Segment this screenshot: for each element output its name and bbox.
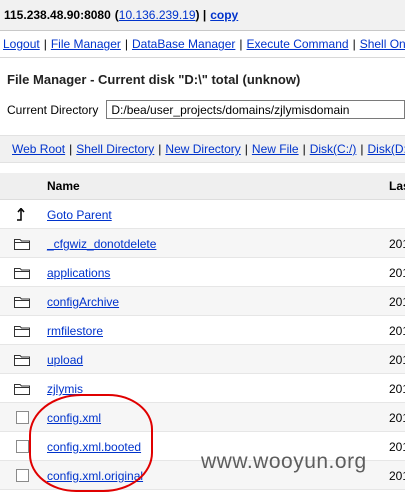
file-select-checkbox[interactable]: [16, 440, 29, 453]
folder-link[interactable]: configArchive: [47, 295, 119, 309]
disk-d-link[interactable]: Disk(D:/: [368, 142, 405, 156]
menu-execute-command[interactable]: Execute Command: [247, 37, 349, 51]
menu-file-manager[interactable]: File Manager: [51, 37, 121, 51]
file-link[interactable]: config.xml.original: [47, 469, 143, 483]
new-directory-link[interactable]: New Directory: [165, 142, 240, 156]
menu-logout[interactable]: Logout: [3, 37, 40, 51]
folder-link[interactable]: zjlymis: [47, 382, 83, 396]
folder-icon: [14, 295, 30, 308]
web-root-link[interactable]: Web Root: [12, 142, 65, 156]
file-select-checkbox[interactable]: [16, 469, 29, 482]
watermark: www.wooyun.org: [201, 450, 367, 473]
file-link[interactable]: config.xml.booted: [47, 440, 141, 454]
folder-link[interactable]: applications: [47, 266, 110, 280]
internal-ip-link[interactable]: 10.136.239.19: [119, 8, 196, 22]
table-row: config.xml 201: [0, 403, 405, 432]
goto-parent-link[interactable]: Goto Parent: [47, 208, 112, 222]
current-directory-row: Current Directory D:/bea/user_projects/d…: [7, 100, 405, 119]
current-directory-input[interactable]: D:/bea/user_projects/domains/zjlymisdoma…: [106, 100, 405, 119]
table-row: rmfilestore 201: [0, 316, 405, 345]
action-separator: |: [244, 142, 248, 156]
parent-arrow-icon: [14, 207, 30, 221]
new-file-link[interactable]: New File: [252, 142, 299, 156]
file-link[interactable]: config.xml: [47, 411, 101, 425]
menu-separator: |: [239, 37, 243, 51]
action-separator: |: [69, 142, 73, 156]
last-modified-cell: 201: [389, 440, 405, 454]
action-links-bar: Web Root | Shell Directory | New Directo…: [0, 135, 405, 163]
menu-separator: |: [43, 37, 47, 51]
file-list: Goto Parent _cfgwiz_donotdelete 201 appl…: [0, 200, 405, 490]
current-directory-label: Current Directory: [7, 102, 99, 117]
folder-icon: [14, 324, 30, 337]
action-separator: |: [360, 142, 364, 156]
folder-icon: [14, 353, 30, 366]
page-title: File Manager - Current disk "D:\" total …: [7, 72, 301, 87]
copy-link[interactable]: copy: [210, 8, 238, 22]
main-menu: Logout | File Manager | DataBase Manager…: [0, 31, 405, 58]
menu-shell-online[interactable]: Shell OnL: [360, 37, 405, 51]
folder-link[interactable]: upload: [47, 353, 83, 367]
folder-icon: [14, 266, 30, 279]
ip-close-sep: ) |: [195, 8, 207, 22]
last-modified-cell: 201: [389, 469, 405, 483]
last-modified-cell: 201: [389, 324, 405, 338]
file-list-header: Name Las: [0, 173, 405, 200]
last-modified-cell: 201: [389, 266, 405, 280]
top-bar: 115.238.48.90:8080 ( 10.136.239.19 ) | c…: [0, 0, 405, 31]
menu-database-manager[interactable]: DataBase Manager: [132, 37, 235, 51]
table-row: configArchive 201: [0, 287, 405, 316]
disk-c-link[interactable]: Disk(C:/): [310, 142, 357, 156]
last-modified-cell: 201: [389, 295, 405, 309]
column-last-modified-header: Las: [389, 179, 405, 193]
table-row: applications 201: [0, 258, 405, 287]
shell-directory-link[interactable]: Shell Directory: [76, 142, 154, 156]
last-modified-cell: 201: [389, 237, 405, 251]
folder-link[interactable]: rmfilestore: [47, 324, 103, 338]
file-select-checkbox[interactable]: [16, 411, 29, 424]
menu-separator: |: [124, 37, 128, 51]
folder-link[interactable]: _cfgwiz_donotdelete: [47, 237, 156, 251]
host-label: 115.238.48.90:8080: [4, 8, 111, 22]
last-modified-cell: 201: [389, 411, 405, 425]
last-modified-cell: 201: [389, 353, 405, 367]
folder-icon: [14, 382, 30, 395]
column-name-header: Name: [47, 179, 80, 193]
table-row: Goto Parent: [0, 200, 405, 229]
action-separator: |: [158, 142, 162, 156]
folder-icon: [14, 237, 30, 250]
last-modified-cell: 201: [389, 382, 405, 396]
action-separator: |: [302, 142, 306, 156]
table-row: _cfgwiz_donotdelete 201: [0, 229, 405, 258]
table-row: upload 201: [0, 345, 405, 374]
table-row: zjlymis 201: [0, 374, 405, 403]
menu-separator: |: [352, 37, 356, 51]
